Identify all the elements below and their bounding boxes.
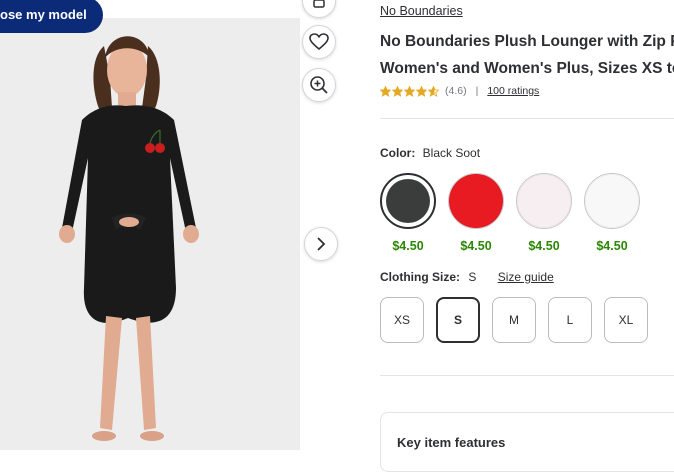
zoom-button[interactable] (302, 68, 336, 102)
size-selected-value: S (468, 270, 477, 284)
size-label: Clothing Size: (380, 270, 460, 284)
brand-link[interactable]: No Boundaries (380, 4, 463, 18)
size-option-l[interactable]: L (548, 297, 592, 343)
swatch-price: $4.50 (528, 239, 560, 253)
size-option-xl[interactable]: XL (604, 297, 648, 343)
star-icon (392, 85, 403, 97)
product-image (59, 36, 199, 441)
zoom-in-icon (310, 76, 328, 94)
color-label-row: Color: Black Soot (380, 146, 480, 160)
color-swatch-black-soot[interactable] (380, 173, 436, 229)
color-swatch-fill (449, 174, 503, 228)
color-label: Color: (380, 146, 416, 160)
heart-icon (309, 33, 329, 51)
ratings-count-link[interactable]: 100 ratings (487, 85, 539, 97)
next-image-button[interactable] (304, 227, 338, 261)
share-button[interactable] (302, 0, 336, 18)
divider (380, 118, 674, 119)
color-swatch-fill (386, 179, 430, 223)
product-title: No Boundaries Plush Lounger with Zip P W… (380, 28, 674, 82)
swatch-price: $4.50 (596, 239, 628, 253)
chevron-right-icon (317, 237, 326, 251)
size-option-m[interactable]: M (492, 297, 536, 343)
key-features-title: Key item features (397, 435, 506, 450)
color-swatch-white[interactable] (584, 173, 640, 229)
divider (380, 375, 674, 376)
size-guide-link[interactable]: Size guide (498, 270, 554, 284)
star-rating (380, 85, 439, 97)
size-option-xs[interactable]: XS (380, 297, 424, 343)
color-swatch-red[interactable] (448, 173, 504, 229)
size-label-row: Clothing Size: S Size guide (380, 270, 554, 284)
image-actions (300, 0, 340, 450)
star-icon (416, 85, 427, 97)
product-image-pane: ose my model (0, 0, 300, 450)
favorite-button[interactable] (302, 25, 336, 59)
swatch-price: $4.50 (392, 239, 424, 253)
swatch-price: $4.50 (460, 239, 492, 253)
rating-row: (4.6) | 100 ratings (380, 85, 539, 97)
product-title-line1: No Boundaries Plush Lounger with Zip P (380, 33, 674, 50)
star-icon (380, 85, 391, 97)
color-selected-value: Black Soot (422, 146, 481, 160)
star-icon (404, 85, 415, 97)
rating-value: (4.6) (445, 85, 467, 97)
rating-separator: | (475, 85, 479, 97)
product-title-line2: Women's and Women's Plus, Sizes XS to (380, 60, 674, 77)
key-features-card[interactable]: Key item features (380, 412, 674, 472)
share-icon (313, 0, 325, 8)
color-swatch-pink-white[interactable] (516, 173, 572, 229)
color-swatch-fill (585, 174, 639, 228)
color-swatch-fill (517, 174, 571, 228)
star-icon (428, 85, 439, 97)
size-option-s[interactable]: S (436, 297, 480, 343)
